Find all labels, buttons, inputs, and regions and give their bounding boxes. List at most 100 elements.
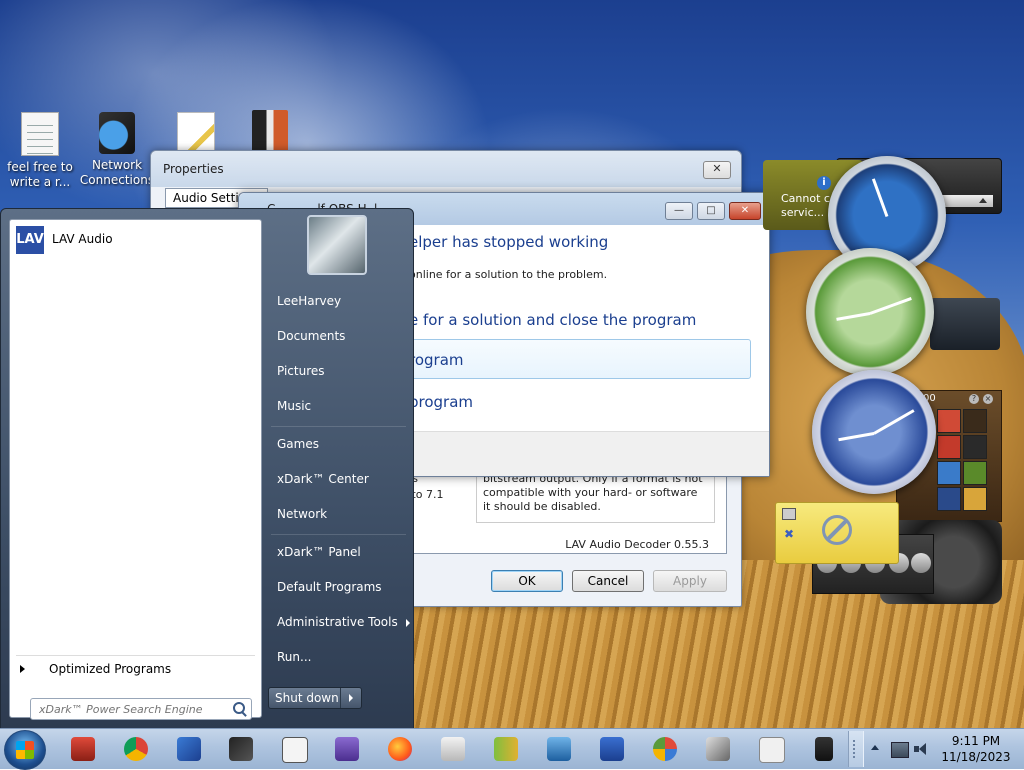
- start-item-default-programs[interactable]: Default Programs: [277, 580, 382, 594]
- start-menu-left-pane: LAV LAV Audio Optimized Programs: [9, 219, 262, 720]
- screen-icon: [782, 508, 796, 520]
- shutdown-options-button[interactable]: [340, 688, 361, 708]
- start-item-games[interactable]: Games: [277, 437, 319, 451]
- minimize-button[interactable]: —: [665, 202, 693, 220]
- green-clock-gadget[interactable]: [806, 248, 934, 376]
- chrome-icon: [124, 737, 148, 761]
- clock-hand: [836, 312, 871, 321]
- maximize-button[interactable]: □: [697, 202, 725, 220]
- puzzle-tile[interactable]: [963, 409, 987, 433]
- start-item-documents[interactable]: Documents: [277, 329, 345, 343]
- start-item-user[interactable]: LeeHarvey: [277, 294, 341, 308]
- error-heading: elper has stopped working: [409, 233, 609, 251]
- network-tray-icon[interactable]: [891, 742, 909, 758]
- paint-brush-icon: [229, 737, 253, 761]
- close-icon[interactable]: ×: [983, 394, 993, 404]
- tools-icon: ✖: [784, 527, 795, 541]
- puzzle-tile[interactable]: [963, 487, 987, 511]
- option-close-program[interactable]: rogram: [409, 351, 464, 369]
- start-item-network[interactable]: Network: [277, 507, 327, 521]
- blocked-note-gadget[interactable]: ✖: [775, 502, 899, 564]
- shutdown-button[interactable]: Shut down: [268, 687, 362, 709]
- start-item-music[interactable]: Music: [277, 399, 311, 413]
- taskbar-app-media[interactable]: [331, 733, 363, 765]
- pos-terminal-icon: [815, 737, 833, 761]
- help-icon[interactable]: ?: [969, 394, 979, 404]
- cancel-button[interactable]: Cancel: [572, 570, 644, 592]
- taskbar-resize-handle[interactable]: [848, 731, 864, 767]
- text-document-icon: [21, 112, 59, 156]
- start-button[interactable]: [4, 730, 46, 770]
- taskbar-app-palette[interactable]: [649, 733, 681, 765]
- start-item-pictures[interactable]: Pictures: [277, 364, 325, 378]
- info-icon: i: [817, 176, 831, 190]
- system-monitor-icon: [600, 737, 624, 761]
- firefox-icon: [388, 737, 412, 761]
- start-item-administrative-tools[interactable]: Administrative Tools: [277, 615, 410, 629]
- pinned-item-lav-audio[interactable]: LAV LAV Audio: [14, 224, 257, 254]
- puzzle-tile[interactable]: [963, 435, 987, 459]
- taskbar-app-solitaire[interactable]: [278, 733, 310, 765]
- taskbar-app-paint[interactable]: [225, 733, 257, 765]
- chevron-right-icon: [405, 618, 410, 627]
- desktop-icon-network-connections[interactable]: Network Connections: [77, 112, 157, 188]
- option-debug-program[interactable]: program: [409, 393, 473, 411]
- close-button[interactable]: ✕: [729, 202, 761, 220]
- start-item-xdark-center[interactable]: xDark™ Center: [277, 472, 369, 486]
- taskbar-app-chrome[interactable]: [120, 733, 152, 765]
- taskbar-app-notepad[interactable]: [755, 733, 787, 765]
- start-menu: LAV LAV Audio Optimized Programs LeeHarv…: [0, 208, 414, 730]
- divider: [271, 534, 406, 535]
- puzzle-tile[interactable]: [937, 409, 961, 433]
- divider: [271, 426, 406, 427]
- volume-icon[interactable]: [914, 743, 930, 755]
- desktop-icon-label: Network Connections: [79, 158, 155, 187]
- option-check-online[interactable]: e for a solution and close the program: [409, 311, 696, 329]
- desktop-icon-text-document[interactable]: feel free to write a r...: [0, 112, 80, 190]
- puzzle-tile[interactable]: [937, 461, 961, 485]
- puzzle-tile[interactable]: [963, 461, 987, 485]
- photo-viewer-icon: [706, 737, 730, 761]
- taskbar: 9:11 PM 11/18/2023: [0, 728, 1024, 770]
- start-item-xdark-panel[interactable]: xDark™ Panel: [277, 545, 361, 559]
- start-item-label: Administrative Tools: [277, 615, 398, 629]
- start-search-box[interactable]: [30, 698, 252, 720]
- taskbar-app-control-panel[interactable]: [173, 733, 205, 765]
- taskbar-app-firefox[interactable]: [384, 733, 416, 765]
- apply-button[interactable]: Apply: [653, 570, 727, 592]
- bitstream-description: bitstream output. Only if a format is no…: [476, 469, 715, 523]
- taskbar-app-pos-terminal[interactable]: [808, 733, 840, 765]
- chevron-right-icon: [20, 665, 25, 673]
- clock-hand: [873, 409, 915, 435]
- ok-button[interactable]: OK: [491, 570, 563, 592]
- puzzle-tile[interactable]: [937, 435, 961, 459]
- start-item-run[interactable]: Run...: [277, 650, 311, 664]
- clock-hand: [838, 432, 875, 442]
- media-icon: [335, 737, 359, 761]
- hxd-icon: [494, 737, 518, 761]
- remote-desktop-icon: [547, 737, 571, 761]
- solitaire-icon: [282, 737, 308, 763]
- taskbar-app-remote-desktop[interactable]: [543, 733, 575, 765]
- desktop-icon-label: feel free to write a r...: [7, 160, 73, 189]
- search-input[interactable]: [37, 699, 231, 719]
- lav-audio-icon: LAV: [16, 226, 44, 254]
- scanner-icon: [441, 737, 465, 761]
- all-programs-button[interactable]: Optimized Programs: [20, 662, 171, 676]
- properties-title: Properties: [151, 151, 741, 187]
- show-hidden-icons-button[interactable]: [871, 745, 879, 750]
- puzzle-tile[interactable]: [937, 487, 961, 511]
- divider: [16, 655, 255, 656]
- taskbar-app-store[interactable]: [67, 733, 99, 765]
- properties-close-button[interactable]: ✕: [703, 161, 731, 179]
- search-icon[interactable]: [233, 702, 245, 714]
- prohibited-icon: [822, 515, 852, 545]
- taskbar-app-scanner[interactable]: [437, 733, 469, 765]
- user-avatar[interactable]: [307, 215, 367, 275]
- taskbar-clock[interactable]: 9:11 PM 11/18/2023: [936, 733, 1016, 765]
- taskbar-app-photo-viewer[interactable]: [702, 733, 734, 765]
- blue-clock-gadget[interactable]: [812, 370, 936, 494]
- taskbar-app-hxd[interactable]: [490, 733, 522, 765]
- dark-gadget-panel[interactable]: [930, 298, 1000, 350]
- taskbar-app-system-monitor[interactable]: [596, 733, 628, 765]
